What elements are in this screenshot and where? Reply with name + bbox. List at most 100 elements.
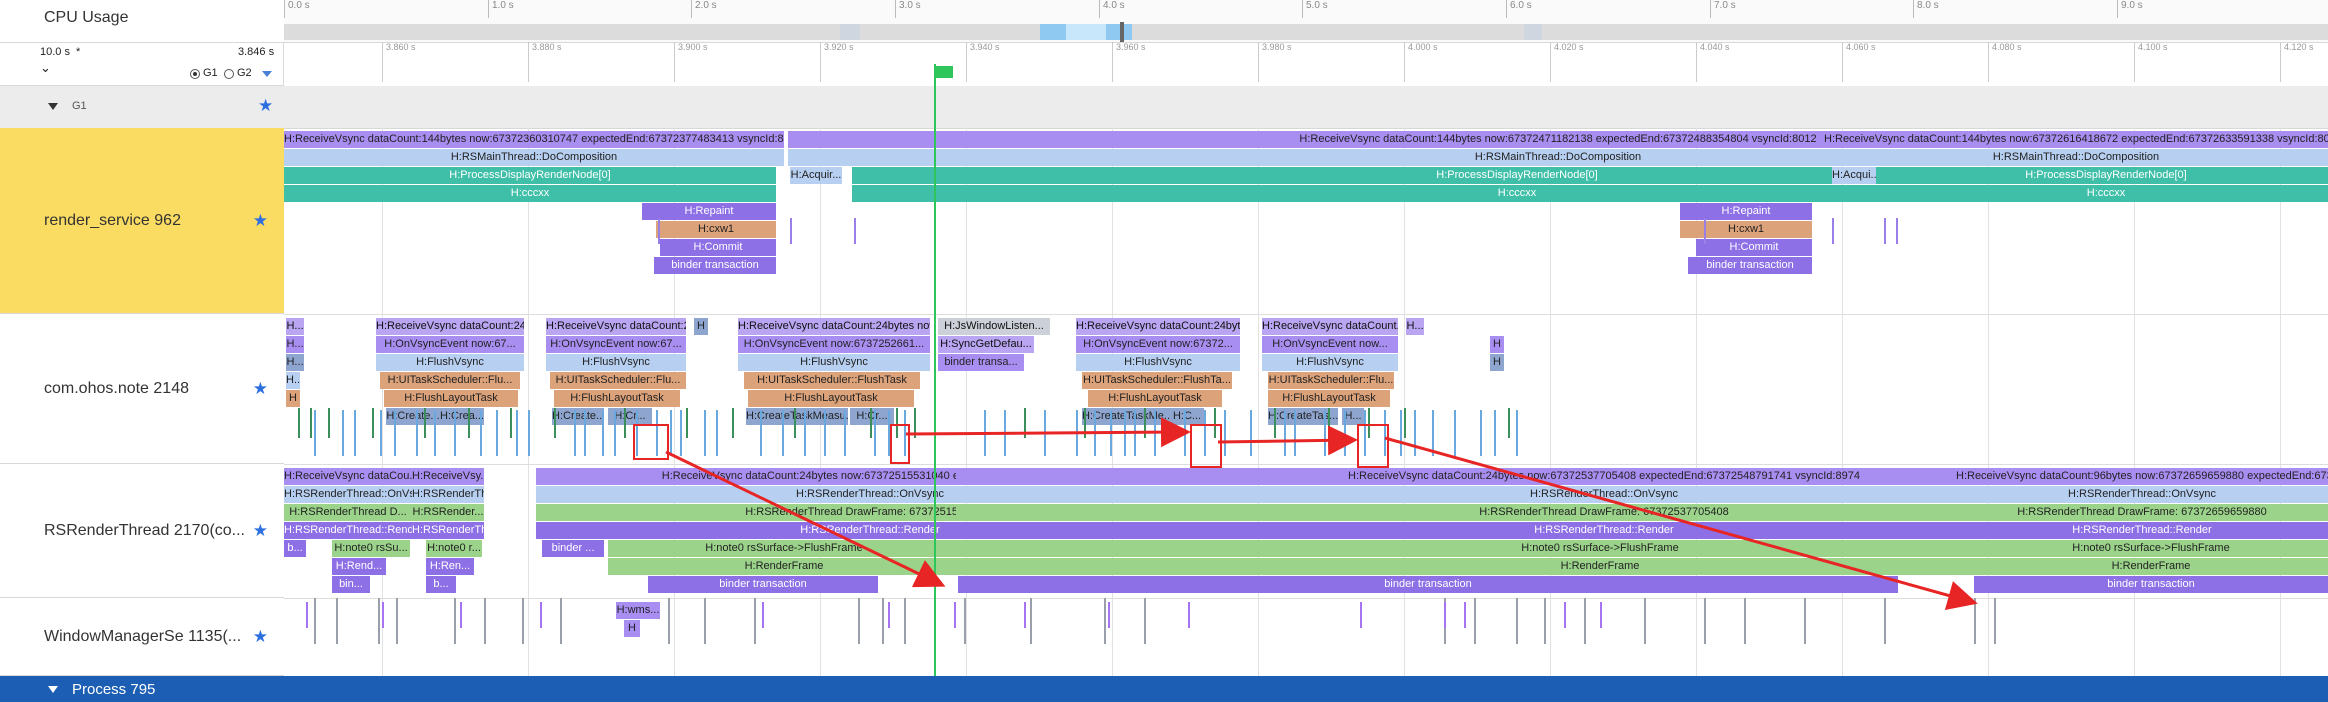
rs-slice[interactable]: H:Repaint — [1680, 203, 1812, 220]
note-slice[interactable]: H... — [286, 318, 304, 335]
note-slice[interactable]: H:OnVsyncEvent now:67372... — [1076, 336, 1240, 353]
track-label-note[interactable]: com.ohos.note 2148 ★ — [0, 314, 284, 464]
flag-marker-icon[interactable] — [936, 66, 953, 78]
rs-slice[interactable]: H:cxw1 — [1680, 221, 1812, 238]
rsr-slice[interactable]: b... — [426, 576, 456, 593]
rsr-slice[interactable]: H:ReceiveVsync dataCount:96bytes now:673… — [1956, 468, 2328, 485]
group-row[interactable]: G1 ★ — [0, 86, 2328, 129]
note-slice[interactable]: H:OnVsyncEvent now:67... — [546, 336, 686, 353]
note-slice[interactable]: H:UITaskScheduler::Flu... — [380, 372, 520, 389]
note-slice[interactable]: H — [1490, 336, 1504, 353]
rs-slice[interactable]: H:Repaint — [642, 203, 776, 220]
note-slice[interactable]: H:Crea... — [440, 408, 484, 425]
rs-slice[interactable]: H:ReceiveVsync dataCount:144bytes now:67… — [284, 131, 784, 148]
rsr-slice[interactable]: H:RSRenderThread DrawFrame: 673726596598… — [1956, 504, 2328, 521]
radio-g1[interactable] — [190, 69, 200, 79]
note-slice[interactable]: H:ReceiveVsync dataCount:2... — [546, 318, 686, 335]
rsr-slice[interactable]: H:note0 rsSu... — [332, 540, 410, 557]
note-slice[interactable]: H:UITaskScheduler::Flu... — [1268, 372, 1394, 389]
note-slice[interactable]: H:FlushLayoutTask — [1268, 390, 1390, 407]
group-star-icon[interactable]: ★ — [258, 96, 273, 116]
star-icon[interactable]: ★ — [253, 379, 268, 399]
rs-slice[interactable]: H:Acquir... — [790, 167, 842, 184]
rs-slice[interactable]: binder transaction — [1688, 257, 1812, 274]
collapse-all-button[interactable]: ⌄ — [40, 60, 51, 76]
process-expand-icon[interactable] — [48, 686, 58, 693]
rsr-slice[interactable]: H:Rend... — [332, 558, 386, 575]
note-slice[interactable]: H:FlushLayoutTask — [748, 390, 914, 407]
wms-slice[interactable]: H:wms... — [616, 602, 660, 619]
note-slice[interactable]: H:JsWindowListen... — [938, 318, 1050, 335]
rsr-slice[interactable]: b... — [284, 540, 306, 557]
note-slice[interactable]: H:FlushLayoutTask — [554, 390, 680, 407]
track-area[interactable]: H:ReceiveVsync dataCount:144bytes now:67… — [284, 128, 2328, 676]
note-slice[interactable]: H:FlushVsync — [1262, 354, 1398, 371]
zoom-ruler[interactable]: 3.860 s 3.880 s 3.900 s 3.920 s 3.940 s 3.960… — [284, 42, 2328, 87]
note-slice[interactable]: H... — [286, 372, 300, 389]
note-slice[interactable]: H:OnVsyncEvent now... — [1262, 336, 1398, 353]
time-cursor-line[interactable] — [934, 64, 936, 676]
filter-dropdown-icon[interactable] — [262, 71, 272, 77]
star-icon[interactable]: ★ — [253, 211, 268, 231]
rsr-slice[interactable]: H:note0 r... — [426, 540, 482, 557]
star-icon[interactable]: ★ — [253, 521, 268, 541]
rsr-slice[interactable]: H:RSRenderTh... — [412, 522, 484, 539]
rsr-slice[interactable]: H:RSRender... — [412, 504, 484, 521]
note-slice[interactable]: H:SyncGetDefau... — [938, 336, 1034, 353]
rsr-slice[interactable]: H:note0 rsSurface->FlushFrame — [608, 540, 960, 557]
rs-slice[interactable]: H:RSMainThread::DoComposition — [1824, 149, 2328, 166]
track-label-render-service[interactable]: render_service 962 ★ — [0, 128, 284, 314]
rs-slice[interactable]: H:cccxx — [284, 185, 776, 202]
overview-timeline[interactable]: 0.0 s 1.0 s 2.0 s 3.0 s 4.0 s 5.0 s 6.0 s 7.0 s… — [284, 0, 2328, 42]
rsr-slice[interactable]: H:RSRenderThread::OnVs... — [284, 486, 412, 503]
selection-handle[interactable] — [1120, 22, 1124, 42]
rs-slice[interactable]: binder transaction — [654, 257, 776, 274]
rs-slice[interactable]: H:ProcessDisplayRenderNode[0] — [284, 167, 776, 184]
process-row[interactable]: Process 795 — [0, 676, 2328, 702]
rsr-slice[interactable]: H:RSRenderTh... — [412, 486, 484, 503]
note-slice[interactable]: H:FlushVsync — [546, 354, 686, 371]
rsr-slice[interactable]: H:RSRenderThread::OnVsync — [1956, 486, 2328, 503]
rsr-slice[interactable]: binder transaction — [958, 576, 1898, 593]
note-slice[interactable]: H:FlushVsync — [738, 354, 930, 371]
rsr-slice[interactable]: H:RenderFrame — [608, 558, 960, 575]
note-slice[interactable]: H — [694, 318, 708, 335]
rs-slice[interactable]: H:Commit — [1696, 239, 1812, 256]
note-slice[interactable]: H:ReceiveVsync dataCount:24... — [376, 318, 524, 335]
rsr-slice[interactable]: bin... — [332, 576, 370, 593]
rs-slice[interactable]: H:ReceiveVsync dataCount:144bytes now:67… — [1824, 131, 2328, 148]
note-slice[interactable]: H:UITaskScheduler::FlushTask — [744, 372, 920, 389]
wms-slice[interactable]: H — [624, 620, 640, 637]
note-slice[interactable]: H:ReceiveVsync dataCount... — [1262, 318, 1398, 335]
note-slice[interactable]: H:FlushVsync — [376, 354, 524, 371]
note-slice[interactable]: H... — [286, 336, 304, 353]
rsr-slice[interactable]: H:RSRenderThread D... — [284, 504, 412, 521]
rs-slice[interactable]: H:cccxx — [1884, 185, 2328, 202]
note-slice[interactable]: H — [286, 390, 300, 407]
rsr-slice[interactable]: H:note0 rsSurface->FlushFrame — [1974, 540, 2328, 557]
rsr-slice[interactable]: H:RSRenderThread::Render — [1956, 522, 2328, 539]
note-slice[interactable]: H:ReceiveVsync dataCount:24bytes now... — [738, 318, 930, 335]
rsr-slice[interactable]: H:RSRenderThread::Rend... — [284, 522, 412, 539]
note-slice[interactable]: H:FlushLayoutTask — [384, 390, 518, 407]
note-slice[interactable]: H... — [286, 354, 304, 371]
note-slice[interactable]: H:UITaskScheduler::Flu... — [550, 372, 686, 389]
note-slice[interactable]: H:UITaskScheduler::FlushTa... — [1082, 372, 1232, 389]
rsr-slice[interactable]: binder transaction — [648, 576, 878, 593]
rs-slice[interactable]: H:cxw1 — [656, 221, 776, 238]
note-slice[interactable]: binder transa... — [938, 354, 1024, 371]
note-slice[interactable]: H:OnVsyncEvent now:6737252661... — [738, 336, 930, 353]
note-slice[interactable]: H... — [1406, 318, 1424, 335]
rsr-slice[interactable]: H:Ren... — [426, 558, 474, 575]
note-slice[interactable]: H:FlushVsync — [1076, 354, 1240, 371]
track-label-wms[interactable]: WindowManagerSe 1135(... ★ — [0, 598, 284, 676]
rsr-slice[interactable]: H:ReceiveVsy... — [412, 468, 484, 485]
star-icon[interactable]: ★ — [253, 627, 268, 647]
note-slice[interactable]: H:OnVsyncEvent now:67... — [376, 336, 524, 353]
note-slice[interactable]: H:ReceiveVsync dataCount:24byt... — [1076, 318, 1240, 335]
track-label-rsrender[interactable]: RSRenderThread 2170(co... ★ — [0, 464, 284, 598]
note-slice[interactable]: H:C... — [1170, 408, 1204, 425]
rsr-slice[interactable]: H:ReceiveVsync dataCou... — [284, 468, 412, 485]
rs-slice[interactable]: H:ProcessDisplayRenderNode[0] — [1884, 167, 2328, 184]
rsr-slice[interactable]: H:RenderFrame — [1974, 558, 2328, 575]
